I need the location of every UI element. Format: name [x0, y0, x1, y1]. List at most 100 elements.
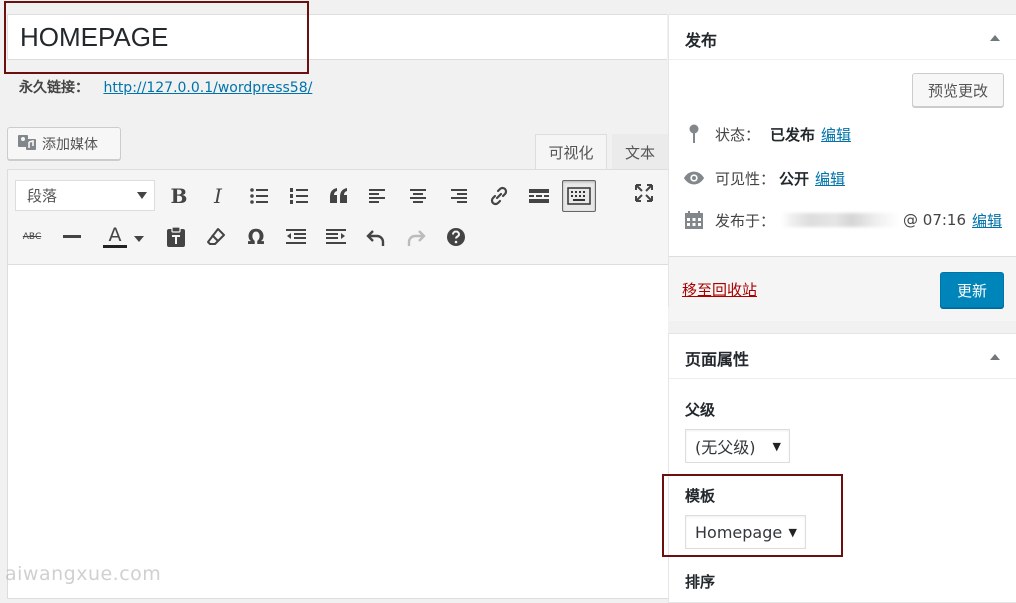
toolbar-toggle-button[interactable] — [562, 180, 596, 212]
align-center-icon — [410, 189, 426, 203]
blockquote-icon — [330, 188, 347, 203]
status-label: 状态： — [715, 125, 761, 144]
horizontal-line-icon — [63, 235, 81, 238]
blockquote-button[interactable] — [325, 182, 353, 210]
toolbar-toggle-icon — [567, 187, 591, 205]
parent-select[interactable]: (无父级) ▼ — [685, 429, 790, 463]
numbered-list-button[interactable] — [285, 182, 313, 210]
read-more-button[interactable] — [525, 182, 553, 210]
horizontal-line-button[interactable] — [58, 223, 86, 251]
eye-icon — [683, 170, 705, 186]
numbered-list-icon — [290, 188, 308, 204]
calendar-icon — [683, 210, 705, 230]
text-color-icon: A — [103, 226, 127, 248]
fullscreen-icon — [635, 184, 653, 202]
publish-box-header[interactable]: 发布 — [669, 15, 1016, 60]
published-date-row: 发布于： @ 07:16 编辑 — [683, 209, 1002, 231]
link-button[interactable] — [485, 182, 513, 210]
content-editor[interactable]: 段落 B I ABC A Ω — [7, 169, 668, 599]
fullscreen-button[interactable] — [630, 179, 658, 207]
align-center-button[interactable] — [404, 182, 432, 210]
read-more-icon — [529, 189, 549, 203]
redo-icon — [407, 230, 426, 246]
status-edit-link[interactable]: 编辑 — [821, 124, 851, 145]
clear-formatting-button[interactable] — [202, 223, 230, 251]
page-attributes-box: 页面属性 父级 (无父级) ▼ 模板 Homepage ▼ 排序 — [668, 333, 1016, 603]
outdent-icon — [286, 229, 306, 244]
align-left-icon — [369, 189, 385, 203]
tab-visual[interactable]: 可视化 — [535, 134, 607, 170]
published-time: @ 07:16 — [903, 211, 967, 229]
publish-box: 发布 预览更改 状态： 已发布 编辑 可见性： 公开 编辑 发布于： @ 07:… — [668, 14, 1016, 321]
bullet-list-button[interactable] — [245, 182, 273, 210]
clear-formatting-icon — [207, 228, 225, 245]
chevron-down-icon: ▼ — [772, 440, 781, 453]
publish-box-title: 发布 — [685, 31, 718, 50]
page-attributes-title: 页面属性 — [685, 350, 750, 369]
order-label: 排序 — [685, 573, 716, 591]
visibility-value: 公开 — [779, 169, 810, 188]
template-select[interactable]: Homepage ▼ — [685, 515, 806, 549]
parent-select-value: (无父级) — [695, 438, 756, 457]
bold-icon: B — [170, 184, 188, 208]
pin-icon — [683, 124, 705, 144]
permalink-label: 永久链接： — [19, 80, 89, 96]
post-title-field[interactable]: HOMEPAGE — [7, 14, 667, 60]
editor-toolbar: 段落 B I ABC A Ω — [8, 170, 668, 265]
strikethrough-button[interactable]: ABC — [18, 223, 46, 251]
outdent-button[interactable] — [282, 223, 310, 251]
top-strip — [0, 0, 1016, 14]
published-label: 发布于： — [715, 211, 776, 230]
chevron-down-icon: ▼ — [788, 526, 797, 539]
status-row: 状态： 已发布 编辑 — [683, 123, 851, 145]
paste-as-text-button[interactable] — [162, 223, 190, 251]
move-to-trash-link[interactable]: 移至回收站 — [682, 279, 757, 300]
undo-button[interactable] — [362, 223, 390, 251]
indent-button[interactable] — [322, 223, 350, 251]
tab-text[interactable]: 文本 — [612, 134, 668, 170]
visibility-label: 可见性： — [715, 169, 776, 188]
permalink: 永久链接： http://127.0.0.1/wordpress58/ — [19, 77, 312, 97]
add-media-button[interactable]: 添加媒体 — [7, 127, 121, 160]
text-color-button[interactable]: A — [98, 223, 144, 251]
template-label: 模板 — [685, 487, 716, 505]
format-select[interactable]: 段落 — [15, 180, 155, 211]
redo-button[interactable] — [402, 223, 430, 251]
special-character-button[interactable]: Ω — [242, 223, 270, 251]
chevron-down-icon — [134, 236, 144, 242]
help-button[interactable] — [442, 223, 470, 251]
text-color-swatch — [103, 245, 127, 248]
publish-actions: 移至回收站 更新 — [669, 256, 1016, 321]
template-select-value: Homepage — [695, 522, 783, 542]
page-attributes-header[interactable]: 页面属性 — [669, 334, 1016, 379]
italic-button[interactable]: I — [204, 182, 232, 210]
align-right-button[interactable] — [444, 182, 472, 210]
format-select-value: 段落 — [27, 187, 58, 205]
collapse-arrow-icon[interactable] — [990, 354, 1000, 360]
bullet-list-icon — [250, 188, 268, 204]
update-button[interactable]: 更新 — [940, 272, 1004, 308]
bold-button[interactable]: B — [165, 182, 193, 210]
paste-as-text-icon — [167, 226, 185, 247]
date-edit-link[interactable]: 编辑 — [972, 210, 1002, 231]
redacted-date — [781, 213, 900, 227]
collapse-arrow-icon[interactable] — [990, 35, 1000, 41]
post-title-text: HOMEPAGE — [20, 22, 169, 52]
undo-icon — [366, 230, 385, 246]
help-icon — [447, 228, 465, 246]
omega-icon: Ω — [247, 225, 265, 249]
parent-label: 父级 — [685, 401, 716, 419]
visibility-row: 可见性： 公开 编辑 — [683, 167, 845, 189]
align-right-icon — [451, 189, 467, 203]
link-icon — [490, 186, 508, 206]
text-color-glyph: A — [108, 224, 122, 246]
status-value: 已发布 — [770, 125, 816, 144]
align-left-button[interactable] — [364, 182, 392, 210]
visibility-edit-link[interactable]: 编辑 — [815, 168, 845, 189]
permalink-link[interactable]: http://127.0.0.1/wordpress58/ — [103, 80, 312, 96]
preview-changes-button[interactable]: 预览更改 — [912, 73, 1004, 107]
chevron-down-icon — [137, 192, 147, 199]
indent-icon — [326, 229, 346, 244]
strikethrough-icon: ABC — [22, 232, 42, 242]
watermark: aiwangxue.com — [5, 563, 162, 585]
